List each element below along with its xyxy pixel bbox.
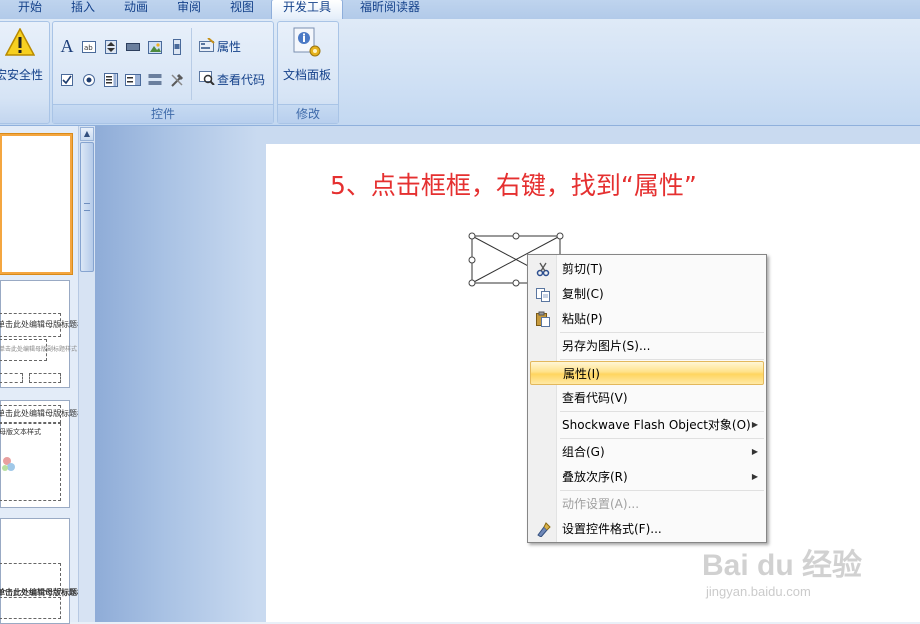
copy-icon [535,286,551,302]
combobox-control-icon[interactable] [125,72,141,88]
macro-security-button[interactable]: 宏安全性 [0,22,49,102]
menu-item-label: 组合(G) [562,445,605,459]
thumbnail-subtitle-placeholder [0,597,61,619]
view-code-label: 查看代码 [217,73,266,87]
baidu-watermark-logo: Bai du 经验 [702,549,863,582]
thumbnail-footer-placeholder [29,373,61,383]
svg-text:ab: ab [84,44,93,52]
context-menu: 剪切(T) 复制(C) 粘贴(P) 另存为图片(S)... 属性(I) 查看代码… [527,254,767,543]
menu-separator [560,411,764,412]
label-control-icon[interactable]: A [59,36,75,56]
menu-item-flash-object[interactable]: Shockwave Flash Object对象(O) ▶ [530,413,764,437]
tab-home[interactable]: 开始 [5,0,55,19]
menu-item-order[interactable]: 叠放次序(R) ▶ [530,465,764,489]
document-panel-icon [293,27,321,57]
thumbnail-picture-icon [2,457,15,471]
textbox-control-icon[interactable]: ab [81,39,97,55]
option-button-control-icon[interactable] [81,72,97,88]
view-code-button[interactable]: 查看代码 [197,69,273,89]
slide-thumbnail-2[interactable]: 单击此处编辑母版标题样式 单击此处编辑母版副标题样式 [0,280,93,388]
listbox-control-icon[interactable] [103,72,119,88]
scrollbar-thumb[interactable] [80,142,94,272]
view-code-icon [199,71,215,85]
menu-item-group[interactable]: 组合(G) ▶ [530,440,764,464]
menu-item-label: 动作设置(A)... [562,497,640,511]
checkbox-control-icon[interactable] [59,72,75,88]
slide-thumbnail-4[interactable]: 单击此处编辑母版标题样式 [0,518,93,624]
more-controls-icon[interactable] [169,72,185,88]
menu-item-label: Shockwave Flash Object对象(O) [562,418,751,432]
menu-item-paste[interactable]: 粘贴(P) [530,307,764,331]
controls-group-label: 控件 [53,104,273,123]
tab-foxit-reader[interactable]: 福昕阅读器 [350,0,430,19]
menu-item-format-control[interactable]: 设置控件格式(F)... [530,517,764,541]
baidu-watermark-url: jingyan.baidu.com [706,584,811,599]
group-divider [191,28,192,100]
menu-item-label: 属性(I) [563,367,600,381]
slide-thumbnail-3[interactable]: 单击此处编辑母版标题样式 母版文本样式 [0,400,93,508]
submenu-arrow-icon: ▶ [751,420,758,429]
tab-review[interactable]: 审阅 [164,0,214,19]
modify-group-label: 修改 [278,104,338,123]
menu-item-label: 复制(C) [562,287,604,301]
slide-thumbnail-1[interactable] [0,134,72,274]
scissors-icon [535,261,551,277]
properties-icon [199,38,215,52]
document-panel-button[interactable]: 文档面板 [278,22,338,100]
menu-item-label: 剪切(T) [562,262,603,276]
menu-item-view-code[interactable]: 查看代码(V) [530,386,764,410]
submenu-arrow-icon: ▶ [751,472,758,481]
thumbnail-content-text: 母版文本样式 [0,428,41,436]
submenu-arrow-icon: ▶ [751,447,758,456]
grip-icon [84,203,90,211]
menu-item-label: 查看代码(V) [562,391,628,405]
menu-item-label: 粘贴(P) [562,312,603,326]
tab-insert[interactable]: 插入 [58,0,108,19]
menu-item-action-settings: 动作设置(A)... [530,492,764,516]
thumbnail-footer-placeholder [0,373,23,383]
menu-separator [560,359,764,360]
tab-animation[interactable]: 动画 [111,0,161,19]
ribbon-tab-bar: 开始 插入 动画 审阅 视图 开发工具 福昕阅读器 [0,0,920,19]
menu-item-label: 叠放次序(R) [562,470,628,484]
menu-separator [560,490,764,491]
scroll-up-icon[interactable]: ▲ [80,127,94,141]
controls-group: A ab 属性 查看代码 控件 [52,21,274,124]
slide-thumbnail-pane: 单击此处编辑母版标题样式 单击此处编辑母版副标题样式 单击此处编辑母版标题样式 … [0,126,93,624]
properties-label: 属性 [217,40,242,54]
paste-icon [535,311,551,327]
menu-item-save-as-picture[interactable]: 另存为图片(S)... [530,334,764,358]
code-group: 宏安全性 [0,21,50,124]
menu-item-label: 另存为图片(S)... [562,339,651,353]
thumbnail-scrollbar[interactable]: ▲ [78,126,95,622]
menu-separator [560,438,764,439]
menu-item-cut[interactable]: 剪切(T) [530,257,764,281]
macro-security-label: 宏安全性 [0,68,44,82]
tab-developer[interactable]: 开发工具 [271,0,343,19]
thumbnail-subtitle-text: 单击此处编辑母版副标题样式 [0,346,78,353]
toggle-button-control-icon[interactable] [147,72,163,88]
tab-view[interactable]: 视图 [217,0,267,19]
instruction-annotation: 5、点击框框，右键，找到“属性” [330,171,697,200]
format-control-icon [535,521,551,538]
spin-button-control-icon[interactable] [103,39,119,55]
scrollbar-control-icon[interactable] [169,39,185,55]
command-button-control-icon[interactable] [125,39,141,55]
menu-item-copy[interactable]: 复制(C) [530,282,764,306]
image-control-icon[interactable] [147,39,163,55]
menu-item-properties[interactable]: 属性(I) [530,361,764,385]
menu-item-label: 设置控件格式(F)... [562,522,662,536]
modify-group: 文档面板 修改 [277,21,339,124]
menu-separator [560,332,764,333]
warning-icon [5,28,35,56]
document-panel-label: 文档面板 [283,68,332,82]
properties-button[interactable]: 属性 [197,36,271,56]
ribbon: 宏安全性 A ab 属性 查看代码 控件 文档面板 修改 [0,19,920,126]
